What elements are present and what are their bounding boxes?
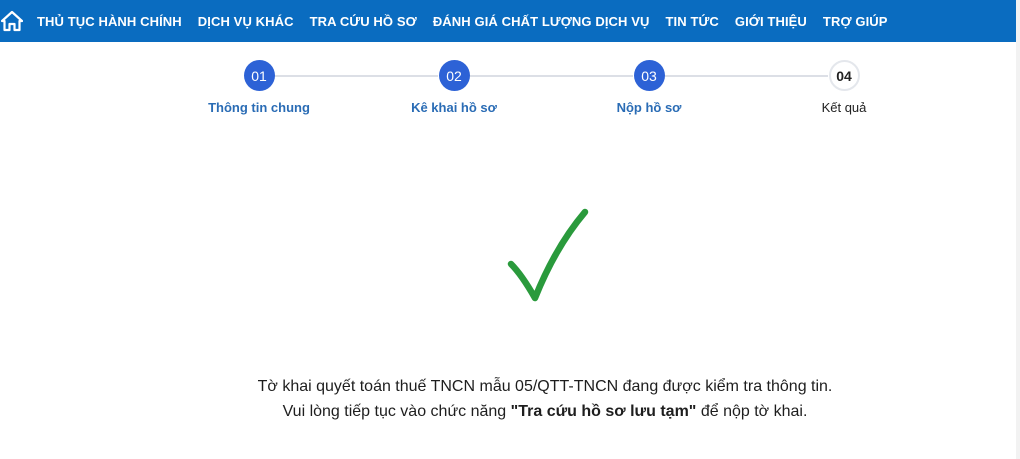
home-button[interactable] <box>0 9 24 33</box>
step-label: Thông tin chung <box>208 100 310 115</box>
step-3: 03 Nộp hồ sơ <box>569 60 729 115</box>
nav-item-thu-tuc-hanh-chinh[interactable]: THỦ TỤC HÀNH CHÍNH <box>37 14 182 29</box>
top-navbar: THỦ TỤC HÀNH CHÍNH DỊCH VỤ KHÁC TRA CỨU … <box>0 0 1016 42</box>
step-number: 03 <box>633 60 665 91</box>
progress-stepper: 01 Thông tin chung 02 Kê khai hồ sơ 03 N… <box>0 60 1016 120</box>
result-message: Tờ khai quyết toán thuế TNCN mẫu 05/QTT-… <box>0 374 1020 424</box>
step-4: 04 Kết quả <box>764 60 924 115</box>
result-line-1: Tờ khai quyết toán thuế TNCN mẫu 05/QTT-… <box>257 378 833 395</box>
nav-item-gioi-thieu[interactable]: GIỚI THIỆU <box>735 14 807 29</box>
checkmark-icon <box>507 208 589 302</box>
nav-item-tra-cuu-ho-so[interactable]: TRA CỨU HỒ SƠ <box>310 14 417 29</box>
nav-item-danh-gia-chat-luong[interactable]: ĐÁNH GIÁ CHẤT LƯỢNG DỊCH VỤ <box>433 14 650 29</box>
step-label: Kê khai hồ sơ <box>411 100 497 115</box>
step-label: Kết quả <box>821 100 867 115</box>
step-label: Nộp hồ sơ <box>616 100 682 115</box>
step-number: 01 <box>243 60 275 91</box>
lookup-function-name: "Tra cứu hồ sơ lưu tạm" <box>510 403 697 420</box>
nav-item-dich-vu-khac[interactable]: DỊCH VỤ KHÁC <box>198 14 294 29</box>
home-icon <box>1 10 23 32</box>
result-line-2-prefix: Vui lòng tiếp tục vào chức năng <box>282 403 511 420</box>
nav-item-tin-tuc[interactable]: TIN TỨC <box>666 14 719 29</box>
step-number: 04 <box>828 60 860 91</box>
result-line-2-suffix: để nộp tờ khai. <box>696 403 808 420</box>
step-2: 02 Kê khai hồ sơ <box>374 60 534 115</box>
nav-item-tro-giup[interactable]: TRỢ GIÚP <box>823 14 888 29</box>
step-number: 02 <box>438 60 470 91</box>
step-1: 01 Thông tin chung <box>179 60 339 115</box>
result-line-2: Vui lòng tiếp tục vào chức năng "Tra cứu… <box>0 399 1020 424</box>
